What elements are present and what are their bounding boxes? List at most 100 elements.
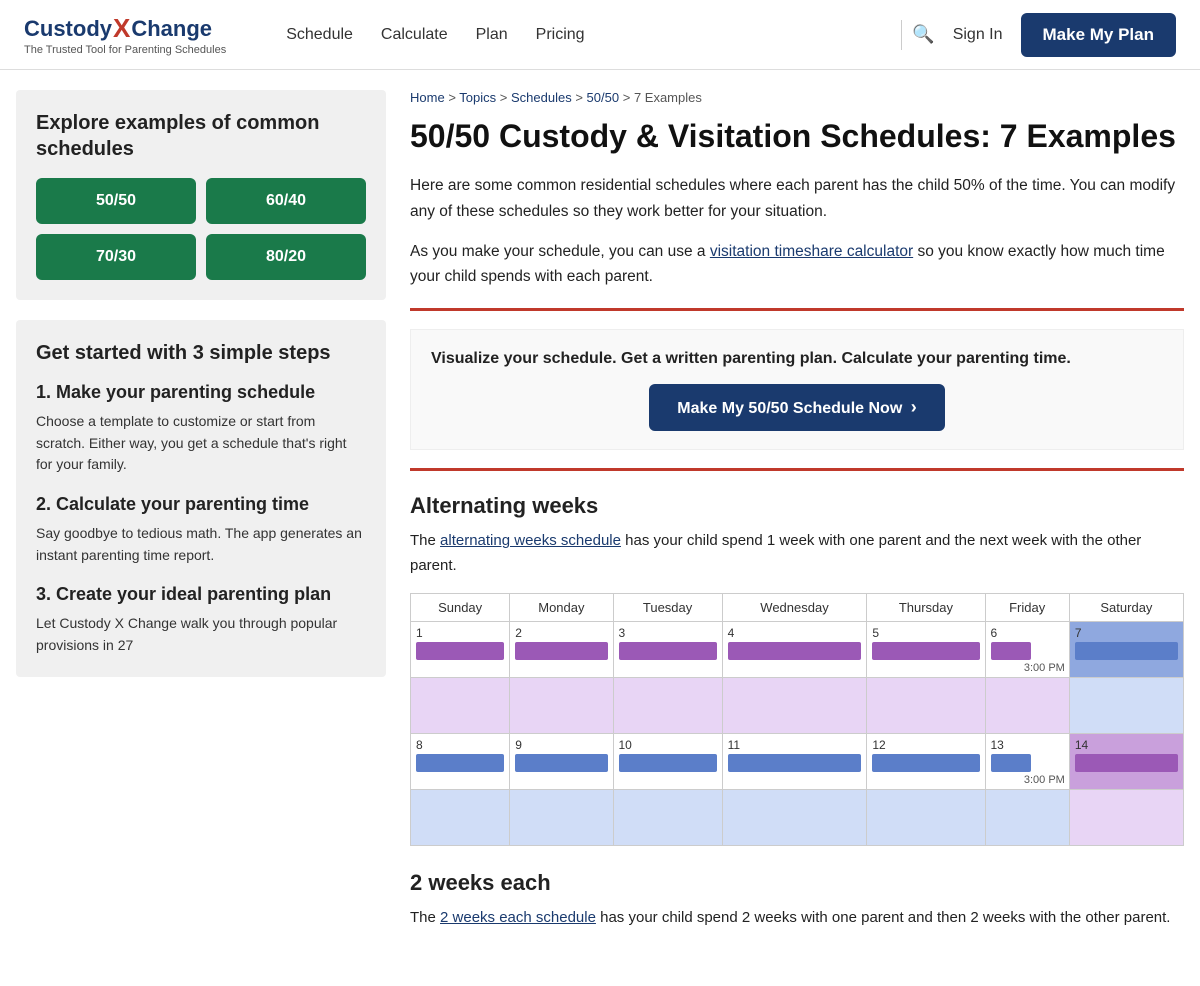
- breadcrumb-current: 7 Examples: [634, 90, 702, 105]
- breadcrumb-sep1: >: [448, 90, 459, 105]
- cta-box: Visualize your schedule. Get a written p…: [410, 329, 1184, 450]
- breadcrumb-5050[interactable]: 50/50: [587, 90, 620, 105]
- main-content: Home > Topics > Schedules > 50/50 > 7 Ex…: [410, 90, 1184, 944]
- chevron-right-icon: ›: [911, 397, 917, 417]
- cal-cell-3: 3: [613, 621, 722, 677]
- page-body: Explore examples of common schedules 50/…: [0, 70, 1200, 964]
- nav-calculate[interactable]: Calculate: [381, 26, 448, 44]
- cta-btn-label: Make My 50/50 Schedule Now: [677, 400, 902, 417]
- cal-header-sun: Sunday: [411, 593, 510, 621]
- cal-date-3: 3: [619, 626, 717, 640]
- cal-header-fri: Friday: [985, 593, 1069, 621]
- explore-box: Explore examples of common schedules 50/…: [16, 90, 386, 300]
- bar-blue-9: [515, 754, 607, 772]
- cal-row2: 8 9 10 11 12: [411, 733, 1184, 789]
- cal-date-12: 12: [872, 738, 979, 752]
- schedule-btn-6040[interactable]: 60/40: [206, 178, 366, 224]
- alt-weeks-link[interactable]: alternating weeks schedule: [440, 532, 621, 549]
- breadcrumb-topics[interactable]: Topics: [459, 90, 496, 105]
- intro-para1: Here are some common residential schedul…: [410, 173, 1184, 224]
- nav-links: Schedule Calculate Plan Pricing: [286, 26, 891, 44]
- cal-date-2: 2: [515, 626, 607, 640]
- cal-date-5: 5: [872, 626, 979, 640]
- make-my-plan-button[interactable]: Make My Plan: [1021, 13, 1177, 57]
- page-title: 50/50 Custody & Visitation Schedules: 7 …: [410, 117, 1184, 155]
- cal-date-10: 10: [619, 738, 717, 752]
- orange-divider-top: [410, 308, 1184, 311]
- cal-time-1: 3:00 PM: [1024, 662, 1065, 674]
- bar-purple-14: [1075, 754, 1178, 772]
- nav-divider: [901, 20, 902, 50]
- cal-row1: 1 2 3 4 5: [411, 621, 1184, 677]
- cal-date-11: 11: [728, 738, 862, 752]
- section1-title: Alternating weeks: [410, 493, 1184, 519]
- cal-cell-14: 14: [1069, 733, 1183, 789]
- cal-header-thu: Thursday: [867, 593, 985, 621]
- nav-pricing[interactable]: Pricing: [536, 26, 585, 44]
- cal-header-wed: Wednesday: [722, 593, 867, 621]
- alternating-weeks-calendar: Sunday Monday Tuesday Wednesday Thursday…: [410, 593, 1184, 846]
- breadcrumb-sep2: >: [500, 90, 511, 105]
- schedule-btn-5050[interactable]: 50/50: [36, 178, 196, 224]
- nav-schedule[interactable]: Schedule: [286, 26, 353, 44]
- steps-box: Get started with 3 simple steps 1. Make …: [16, 320, 386, 677]
- logo-change: Change: [131, 16, 212, 42]
- bar-blue-8: [416, 754, 504, 772]
- schedule-grid: 50/50 60/40 70/30 80/20: [36, 178, 366, 280]
- step1-title: 1. Make your parenting schedule: [36, 382, 366, 403]
- breadcrumb-sep3: >: [575, 90, 586, 105]
- cal-row1-shade: [411, 677, 1184, 733]
- section1-desc: The alternating weeks schedule has your …: [410, 529, 1184, 579]
- logo-x: X: [113, 13, 130, 44]
- cal-cell-12: 12: [867, 733, 985, 789]
- cal-cell-11: 11: [722, 733, 867, 789]
- cal-cell-8: 8: [411, 733, 510, 789]
- bar-blue-7: [1075, 642, 1178, 660]
- section2-title: 2 weeks each: [410, 870, 1184, 896]
- bar-purple-3: [619, 642, 717, 660]
- bar-blue-10: [619, 754, 717, 772]
- step2-desc: Say goodbye to tedious math. The app gen…: [36, 523, 366, 566]
- section1-pre: The: [410, 532, 440, 549]
- two-weeks-link[interactable]: 2 weeks each schedule: [440, 909, 596, 926]
- cal-date-8: 8: [416, 738, 504, 752]
- section2-post: has your child spend 2 weeks with one pa…: [596, 909, 1171, 926]
- bar-purple-4: [728, 642, 862, 660]
- bar-purple-1: [416, 642, 504, 660]
- step2-title: 2. Calculate your parenting time: [36, 494, 366, 515]
- cal-date-14: 14: [1075, 738, 1178, 752]
- timeshare-link[interactable]: visitation timeshare calculator: [710, 243, 913, 260]
- sign-in-link[interactable]: Sign In: [953, 26, 1003, 44]
- cal-cell-5: 5: [867, 621, 985, 677]
- nav-plan[interactable]: Plan: [476, 26, 508, 44]
- cal-cell-10: 10: [613, 733, 722, 789]
- schedule-btn-7030[interactable]: 70/30: [36, 234, 196, 280]
- bar-purple-5: [872, 642, 979, 660]
- steps-title: Get started with 3 simple steps: [36, 340, 366, 366]
- cal-date-6: 6: [991, 626, 1064, 640]
- intro-para2: As you make your schedule, you can use a…: [410, 239, 1184, 290]
- logo-custody: Custody: [24, 16, 112, 42]
- sidebar: Explore examples of common schedules 50/…: [16, 90, 386, 944]
- breadcrumb-schedules[interactable]: Schedules: [511, 90, 572, 105]
- step1-desc: Choose a template to customize or start …: [36, 411, 366, 476]
- logo: Custody X Change The Trusted Tool for Pa…: [24, 13, 226, 56]
- step3-title: 3. Create your ideal parenting plan: [36, 584, 366, 605]
- cal-cell-1: 1: [411, 621, 510, 677]
- schedule-btn-8020[interactable]: 80/20: [206, 234, 366, 280]
- explore-title: Explore examples of common schedules: [36, 110, 366, 162]
- section2-desc: The 2 weeks each schedule has your child…: [410, 906, 1184, 931]
- bar-blue-13: [991, 754, 1031, 772]
- navbar: Custody X Change The Trusted Tool for Pa…: [0, 0, 1200, 70]
- make-schedule-button[interactable]: Make My 50/50 Schedule Now ›: [649, 384, 944, 431]
- cal-header-sat: Saturday: [1069, 593, 1183, 621]
- cal-cell-7: 7: [1069, 621, 1183, 677]
- bar-blue-11: [728, 754, 862, 772]
- cal-cell-13: 13 3:00 PM: [985, 733, 1069, 789]
- cal-header-tue: Tuesday: [613, 593, 722, 621]
- cal-cell-2: 2: [510, 621, 613, 677]
- search-icon[interactable]: 🔍: [912, 24, 934, 45]
- bar-purple-6: [991, 642, 1031, 660]
- step3-desc: Let Custody X Change walk you through po…: [36, 613, 366, 656]
- breadcrumb-home[interactable]: Home: [410, 90, 445, 105]
